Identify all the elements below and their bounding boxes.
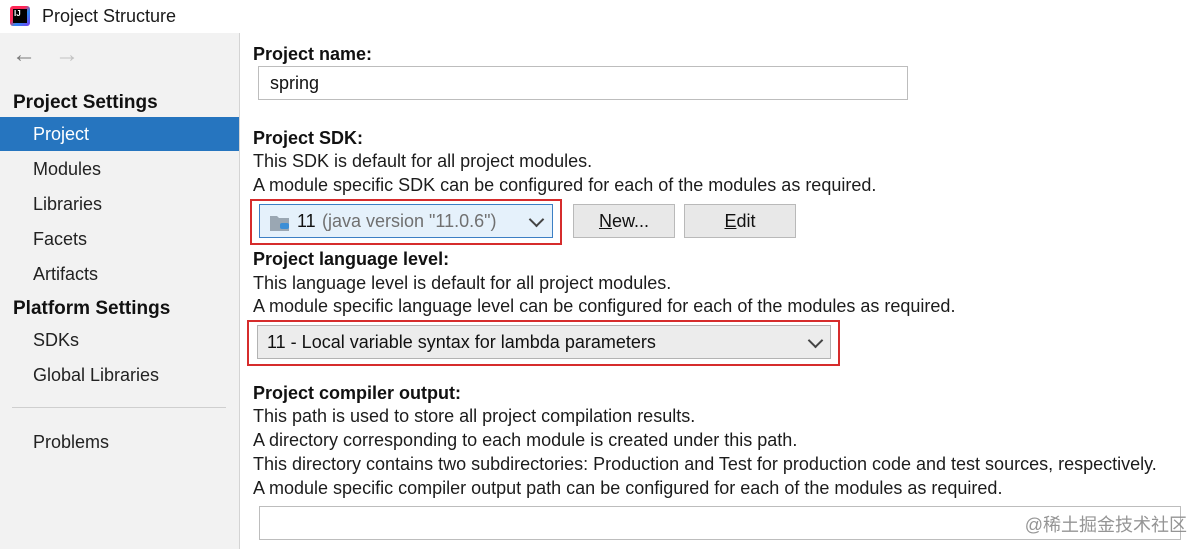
language-level-value: 11 - Local variable syntax for lambda pa… [267, 332, 656, 352]
compiler-description-line3: This directory contains two subdirectori… [253, 454, 1157, 474]
new-button-label: ew... [611, 211, 650, 231]
sidebar-item-libraries[interactable]: Libraries [0, 187, 239, 221]
project-settings-panel: Project name: Project SDK: This SDK is d… [240, 33, 1201, 549]
compiler-description-line2: A directory corresponding to each module… [253, 430, 798, 450]
project-settings-header: Project Settings [13, 92, 158, 113]
sidebar-item-problems[interactable]: Problems [0, 425, 239, 459]
compiler-description-line4: A module specific compiler output path c… [253, 478, 1003, 498]
compiler-description-line1: This path is used to store all project c… [253, 406, 696, 426]
language-description-line1: This language level is default for all p… [253, 273, 672, 293]
edit-button-label: dit [736, 211, 756, 231]
sidebar: ← → Project Settings Project Modules Lib… [0, 33, 240, 549]
sidebar-item-facets[interactable]: Facets [0, 222, 239, 256]
language-description-line2: A module specific language level can be … [253, 296, 956, 316]
edit-button-mnemonic: E [724, 211, 737, 231]
jdk-folder-icon [270, 216, 289, 231]
edit-sdk-button[interactable]: Edit [684, 204, 796, 238]
window-title: Project Structure [42, 6, 177, 26]
sdk-version-detail: (java version "11.0.6") [322, 211, 497, 231]
title-bar: IJ Project Structure [0, 0, 1201, 33]
chevron-down-icon [807, 332, 824, 349]
new-sdk-button[interactable]: New... [573, 204, 675, 238]
project-name-label: Project name: [253, 44, 373, 64]
sidebar-item-project[interactable]: Project [0, 117, 239, 151]
language-level-label: Project language level: [253, 249, 450, 269]
sdk-value: 11 [297, 211, 316, 231]
platform-settings-header: Platform Settings [13, 298, 171, 319]
sidebar-item-artifacts[interactable]: Artifacts [0, 257, 239, 291]
intellij-app-icon: IJ [10, 6, 30, 26]
sdk-description-line2: A module specific SDK can be configured … [253, 175, 877, 195]
forward-arrow-icon[interactable]: → [55, 43, 79, 67]
sidebar-item-sdks[interactable]: SDKs [0, 323, 239, 357]
back-arrow-icon[interactable]: ← [12, 43, 36, 67]
sdk-combobox[interactable]: 11 (java version "11.0.6") [259, 204, 553, 238]
watermark-text: @稀土掘金技术社区 [1024, 515, 1187, 535]
sidebar-divider [12, 407, 226, 408]
new-button-mnemonic: N [598, 211, 612, 231]
chevron-down-icon [528, 211, 545, 228]
sidebar-item-modules[interactable]: Modules [0, 152, 239, 186]
compiler-output-label: Project compiler output: [253, 383, 462, 403]
project-name-input[interactable] [258, 66, 908, 100]
project-sdk-label: Project SDK: [253, 128, 364, 148]
language-level-combobox[interactable]: 11 - Local variable syntax for lambda pa… [257, 325, 831, 359]
sidebar-item-global-libraries[interactable]: Global Libraries [0, 358, 239, 392]
sdk-description-line1: This SDK is default for all project modu… [253, 151, 593, 171]
